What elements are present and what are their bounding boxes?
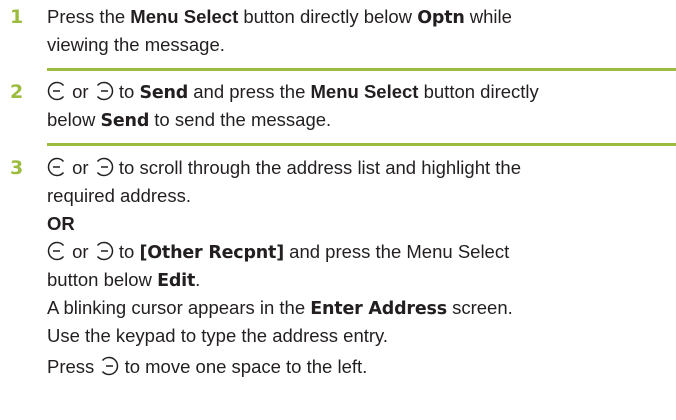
instruction-document: 1 Press the Menu Select button directly … [0, 0, 676, 420]
text-line: Press the Menu Select button directly be… [47, 6, 512, 28]
text-line: or to [Other Recpnt] and press the Menu … [47, 238, 672, 266]
nav-right-icon [94, 81, 114, 101]
text-line: Use the keypad to type the address entry… [47, 325, 389, 346]
text-line: or to scroll through the address list an… [47, 154, 672, 182]
text-line: viewing the message. [47, 34, 225, 55]
text-line: A blinking cursor appears in the Enter A… [47, 297, 513, 319]
nav-right-icon [94, 157, 114, 177]
text-line: or to Send and press the Menu Select but… [47, 78, 672, 106]
step-text: Press the Menu Select button directly be… [47, 3, 672, 59]
step-number: 1 [10, 6, 24, 28]
nav-right-icon [94, 241, 114, 261]
step-text: or to scroll through the address list an… [47, 154, 672, 381]
or-label: OR [47, 213, 75, 234]
step-number: 2 [10, 81, 24, 103]
text-line: Press to move one space to the left. [47, 356, 368, 377]
nav-left-icon [47, 157, 67, 177]
text-line: below Send to send the message. [47, 109, 332, 131]
nav-left-icon [47, 241, 67, 261]
text-line: required address. [47, 185, 191, 206]
step-number: 3 [10, 157, 24, 179]
text-line: button below Edit. [47, 269, 201, 291]
nav-right-icon [99, 356, 119, 376]
step-text: or to Send and press the Menu Select but… [47, 78, 672, 134]
nav-left-icon [47, 81, 67, 101]
step-divider [47, 68, 676, 71]
step-divider [47, 143, 676, 146]
